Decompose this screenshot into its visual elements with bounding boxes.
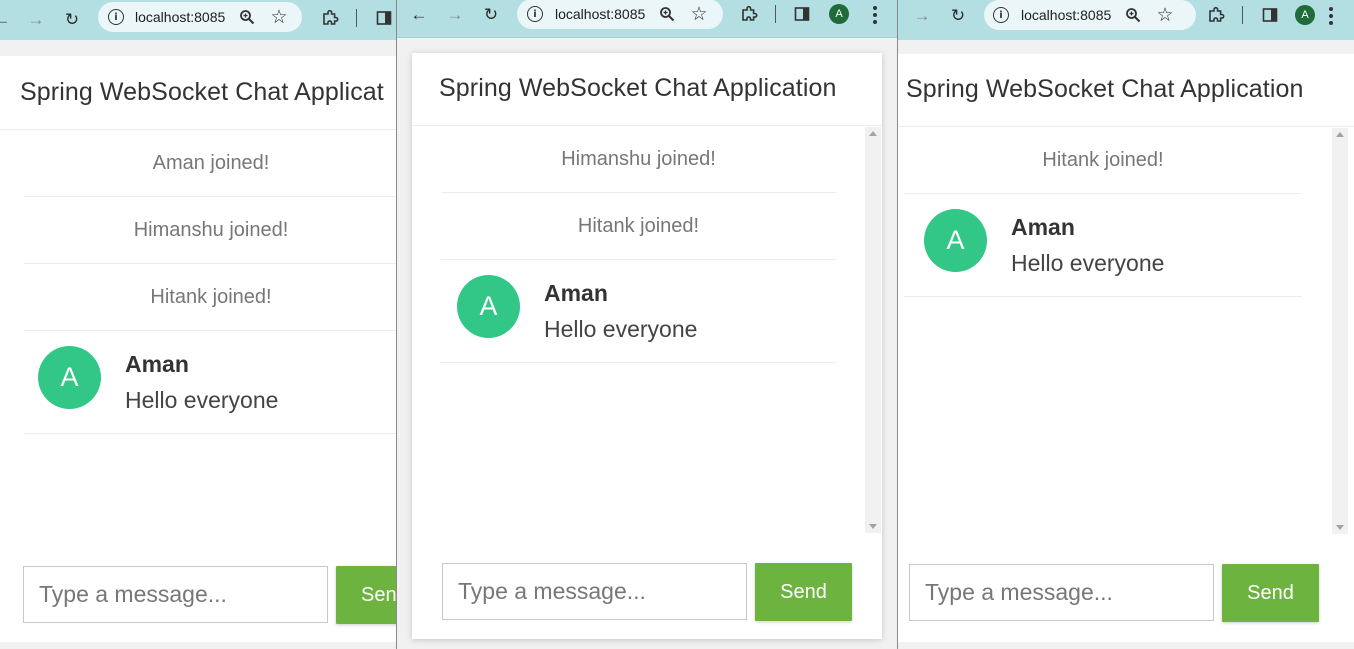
avatar: A <box>457 275 520 338</box>
chat-header: Spring WebSocket Chat Application <box>412 53 882 126</box>
extensions-icon[interactable] <box>737 2 761 26</box>
message-input[interactable] <box>442 563 747 620</box>
chat-header: Spring WebSocket Chat Applicat <box>0 56 398 130</box>
chat-message: A Aman Hello everyone <box>24 331 398 434</box>
scroll-up-icon[interactable] <box>869 131 877 136</box>
forward-arrow-icon[interactable]: → <box>910 4 934 26</box>
toolbar-separator <box>1242 6 1243 24</box>
url-text: localhost:8085 <box>555 6 646 22</box>
browser-toolbar: → ↻ i localhost:8085 ☆ A <box>898 0 1354 40</box>
event-message: Aman joined! <box>24 130 398 197</box>
send-button[interactable]: Send <box>755 563 852 621</box>
chat-card: Spring WebSocket Chat Application Himans… <box>412 53 882 639</box>
info-icon[interactable]: i <box>108 9 124 25</box>
forward-arrow-icon[interactable]: → <box>24 8 48 30</box>
chat-card: Spring WebSocket Chat Application Hitank… <box>898 54 1354 642</box>
side-panel-icon[interactable] <box>790 2 814 26</box>
message-text: Hello everyone <box>544 316 698 342</box>
sender-name: Aman <box>544 280 608 306</box>
profile-avatar-icon[interactable]: A <box>829 4 849 24</box>
avatar: A <box>38 346 101 409</box>
event-message: Himanshu joined! <box>441 126 836 193</box>
zoom-icon[interactable] <box>656 3 678 25</box>
browser-window-right: → ↻ i localhost:8085 ☆ A Spring WebSocke… <box>898 0 1354 649</box>
address-bar[interactable]: i localhost:8085 ☆ <box>98 2 302 32</box>
extensions-icon[interactable] <box>318 6 342 30</box>
star-icon[interactable]: ☆ <box>688 3 710 25</box>
page-title: Spring WebSocket Chat Application <box>439 74 837 102</box>
scroll-down-icon[interactable] <box>1336 525 1344 530</box>
browser-window-left: ← → ↻ i localhost:8085 ☆ Spring WebSocke… <box>0 0 398 649</box>
send-button[interactable]: Sen <box>336 566 398 624</box>
reload-icon[interactable]: ↻ <box>60 8 84 30</box>
star-icon[interactable]: ☆ <box>1154 4 1176 26</box>
scrollbar[interactable] <box>865 127 881 533</box>
sender-name: Aman <box>1011 214 1075 240</box>
info-icon[interactable]: i <box>527 6 543 22</box>
scrollbar[interactable] <box>1332 128 1348 534</box>
event-message: Hitank joined! <box>904 127 1302 194</box>
message-input[interactable] <box>909 564 1214 621</box>
browser-toolbar: ← → ↻ i localhost:8085 ☆ A <box>397 0 897 38</box>
page-title: Spring WebSocket Chat Application <box>906 75 1304 103</box>
more-menu-icon[interactable] <box>873 6 877 24</box>
url-text: localhost:8085 <box>1021 7 1112 23</box>
zoom-icon[interactable] <box>1122 4 1144 26</box>
reload-icon[interactable]: ↻ <box>946 4 970 26</box>
toolbar-separator <box>775 5 776 23</box>
event-message: Hitank joined! <box>441 193 836 260</box>
chat-card: Spring WebSocket Chat Applicat Aman join… <box>0 56 398 642</box>
browser-window-center: ← → ↻ i localhost:8085 ☆ A Spring WebSoc… <box>396 0 898 649</box>
event-message: Hitank joined! <box>24 264 398 331</box>
event-message: Himanshu joined! <box>24 197 398 264</box>
more-menu-icon[interactable] <box>1329 7 1333 25</box>
side-panel-icon[interactable] <box>372 6 396 30</box>
message-text: Hello everyone <box>1011 250 1165 276</box>
side-panel-icon[interactable] <box>1258 3 1282 27</box>
info-icon[interactable]: i <box>993 7 1009 23</box>
back-arrow-icon[interactable]: ← <box>407 3 431 25</box>
star-icon[interactable]: ☆ <box>268 6 290 28</box>
zoom-icon[interactable] <box>236 6 258 28</box>
sender-name: Aman <box>125 351 189 377</box>
send-button[interactable]: Send <box>1222 564 1319 622</box>
chat-message: A Aman Hello everyone <box>904 194 1302 297</box>
profile-avatar-icon[interactable]: A <box>1295 5 1315 25</box>
url-text: localhost:8085 <box>135 9 226 25</box>
chat-header: Spring WebSocket Chat Application <box>898 54 1354 127</box>
scroll-down-icon[interactable] <box>869 524 877 529</box>
extensions-icon[interactable] <box>1204 3 1228 27</box>
back-arrow-icon[interactable]: ← <box>0 8 12 30</box>
toolbar-separator <box>356 9 357 27</box>
message-input[interactable] <box>23 566 328 623</box>
chat-message: A Aman Hello everyone <box>441 260 836 363</box>
page-title: Spring WebSocket Chat Applicat <box>20 78 384 106</box>
forward-arrow-icon[interactable]: → <box>443 3 467 25</box>
address-bar[interactable]: i localhost:8085 ☆ <box>984 0 1196 30</box>
reload-icon[interactable]: ↻ <box>479 3 503 25</box>
message-text: Hello everyone <box>125 387 279 413</box>
address-bar[interactable]: i localhost:8085 ☆ <box>517 0 723 29</box>
browser-toolbar: ← → ↻ i localhost:8085 ☆ <box>0 0 398 40</box>
scroll-up-icon[interactable] <box>1336 132 1344 137</box>
avatar: A <box>924 209 987 272</box>
